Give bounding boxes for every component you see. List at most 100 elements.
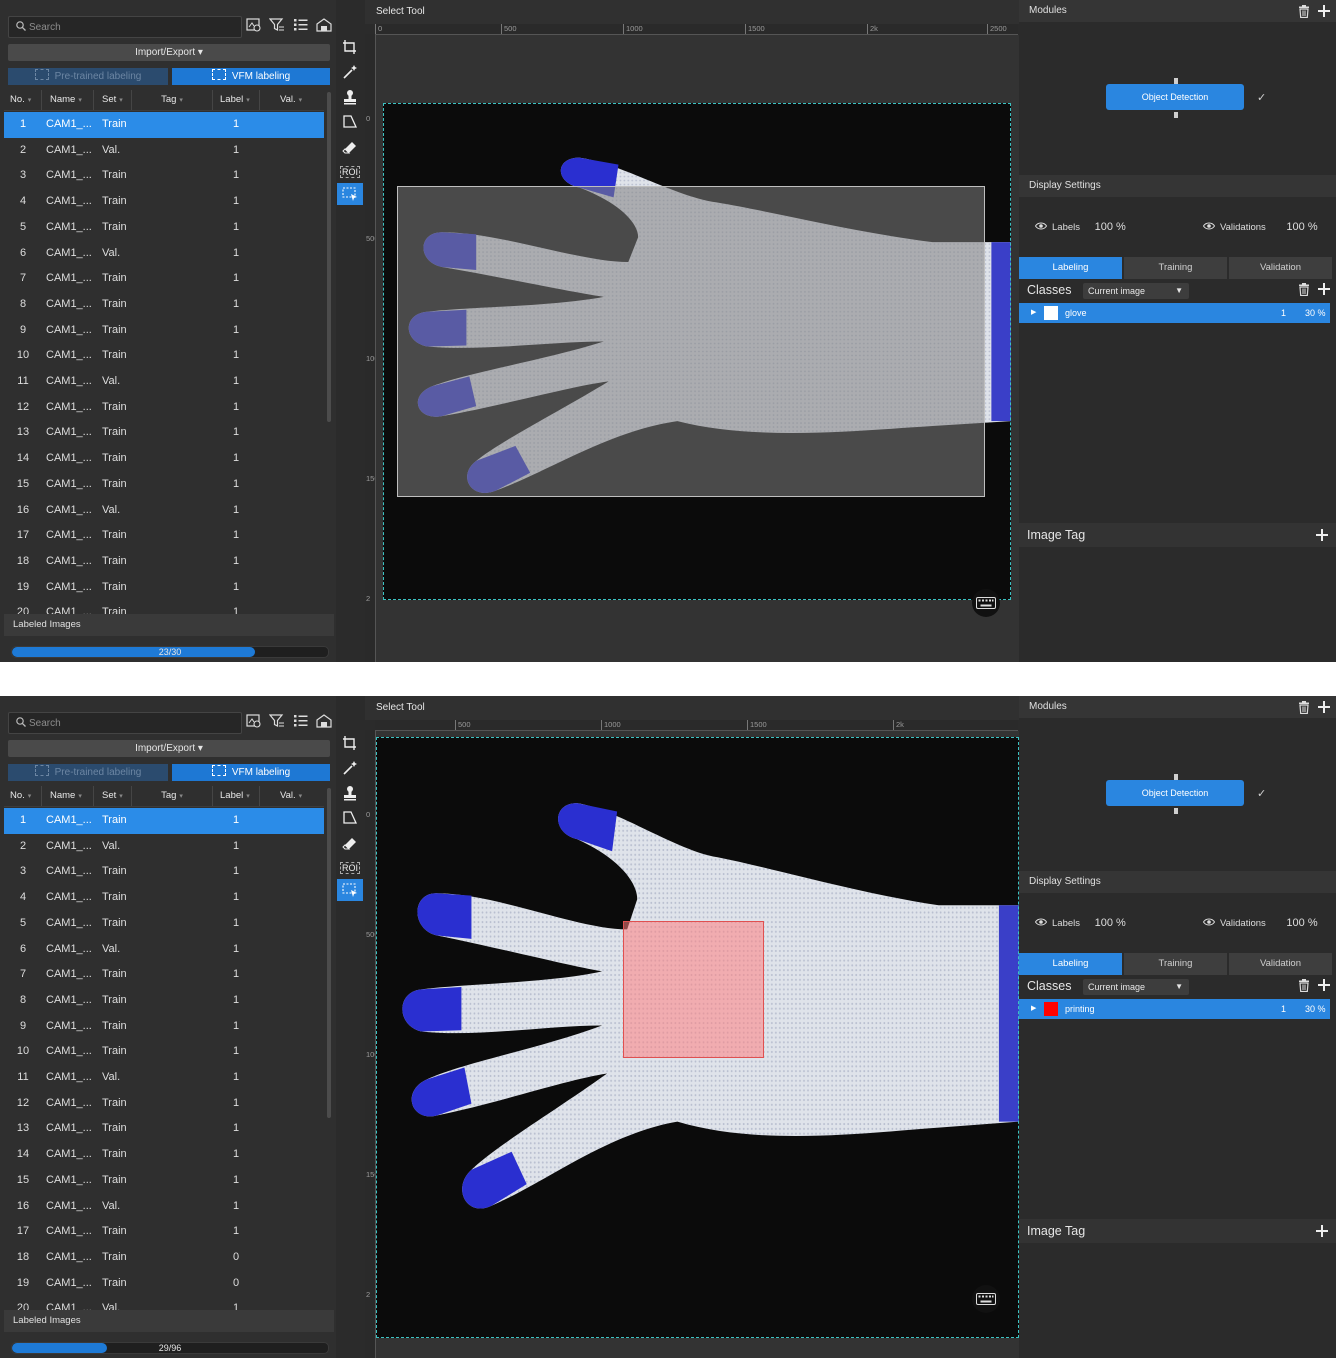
expand-arrow-icon[interactable]: ▶ bbox=[1031, 999, 1036, 1019]
add-icon[interactable] bbox=[1316, 529, 1328, 541]
list-view-icon[interactable] bbox=[292, 16, 310, 34]
table-row[interactable]: 12 CAM1_... Train 1 bbox=[4, 1091, 324, 1117]
stamp-tool-button[interactable] bbox=[337, 86, 363, 108]
validations-opacity-value[interactable]: 100 % bbox=[1286, 917, 1317, 929]
eraser-tool-button[interactable] bbox=[337, 832, 363, 854]
table-row[interactable]: 4 CAM1_... Train 1 bbox=[4, 885, 324, 911]
table-row[interactable]: 8 CAM1_... Train 1 bbox=[4, 988, 324, 1014]
table-row[interactable]: 10 CAM1_... Train 1 bbox=[4, 343, 324, 369]
trash-icon[interactable] bbox=[1298, 283, 1310, 296]
table-row[interactable]: 20 CAM1_... Train 1 bbox=[4, 600, 324, 614]
table-row[interactable]: 1 CAM1_... Train 1 bbox=[4, 808, 324, 834]
select-tool-button[interactable] bbox=[337, 732, 363, 754]
layout-icon[interactable] bbox=[315, 16, 333, 34]
class-color-swatch[interactable] bbox=[1044, 306, 1058, 320]
table-row[interactable]: 3 CAM1_... Train 1 bbox=[4, 163, 324, 189]
polygon-tool-button[interactable] bbox=[337, 111, 363, 133]
column-set[interactable]: Set ▾ bbox=[94, 786, 132, 806]
table-row[interactable]: 14 CAM1_... Train 1 bbox=[4, 1142, 324, 1168]
import-export-button[interactable]: Import/Export ▾ bbox=[8, 740, 330, 757]
table-row[interactable]: 11 CAM1_... Val. 1 bbox=[4, 369, 324, 395]
column-no[interactable]: No. ▾ bbox=[4, 786, 42, 806]
table-row[interactable]: 15 CAM1_... Train 1 bbox=[4, 472, 324, 498]
class-list-item[interactable]: ▶ printing 1 30 % bbox=[1019, 999, 1330, 1019]
image-settings-icon[interactable] bbox=[245, 712, 263, 730]
annotation-bounding-box[interactable] bbox=[623, 921, 764, 1058]
table-row[interactable]: 7 CAM1_... Train 1 bbox=[4, 266, 324, 292]
class-list-item[interactable]: ▶ glove 1 30 % bbox=[1019, 303, 1330, 323]
table-row[interactable]: 9 CAM1_... Train 1 bbox=[4, 318, 324, 344]
keyboard-shortcut-button[interactable] bbox=[972, 589, 1000, 617]
list-view-icon[interactable] bbox=[292, 712, 310, 730]
roi-tool-button[interactable]: ROI bbox=[337, 857, 363, 879]
image-canvas[interactable] bbox=[376, 731, 1019, 1358]
column-val[interactable]: Val. ▾ bbox=[260, 786, 308, 806]
eraser-tool-button[interactable] bbox=[337, 136, 363, 158]
table-row[interactable]: 5 CAM1_... Train 1 bbox=[4, 215, 324, 241]
stamp-tool-button[interactable] bbox=[337, 782, 363, 804]
box-select-tool-button[interactable] bbox=[337, 183, 363, 205]
select-tool-button[interactable] bbox=[337, 36, 363, 58]
table-row[interactable]: 20 CAM1_... Val. 1 bbox=[4, 1296, 324, 1310]
column-val[interactable]: Val. ▾ bbox=[260, 90, 308, 110]
tab-pretrained-labeling[interactable]: Pre-trained labeling bbox=[8, 764, 168, 781]
tab-validation[interactable]: Validation bbox=[1229, 257, 1332, 279]
keyboard-shortcut-button[interactable] bbox=[972, 1285, 1000, 1313]
tab-labeling[interactable]: Labeling bbox=[1019, 257, 1122, 279]
table-row[interactable]: 3 CAM1_... Train 1 bbox=[4, 859, 324, 885]
trash-icon[interactable] bbox=[1298, 700, 1310, 714]
object-detection-module[interactable]: Object Detection bbox=[1106, 780, 1244, 806]
expand-arrow-icon[interactable]: ▶ bbox=[1031, 303, 1036, 323]
column-name[interactable]: Name ▾ bbox=[42, 786, 94, 806]
classes-scope-select[interactable]: Current image ▼ bbox=[1083, 283, 1189, 299]
column-label[interactable]: Label ▾ bbox=[212, 786, 260, 806]
table-row[interactable]: 13 CAM1_... Train 1 bbox=[4, 1116, 324, 1142]
search-box[interactable] bbox=[8, 712, 242, 734]
trash-icon[interactable] bbox=[1298, 979, 1310, 992]
tab-training[interactable]: Training bbox=[1124, 953, 1227, 975]
tab-vfm-labeling[interactable]: VFM labeling bbox=[172, 764, 330, 781]
labels-opacity-value[interactable]: 100 % bbox=[1095, 221, 1126, 233]
table-row[interactable]: 4 CAM1_... Train 1 bbox=[4, 189, 324, 215]
search-input[interactable] bbox=[29, 17, 229, 37]
table-row[interactable]: 18 CAM1_... Train 1 bbox=[4, 549, 324, 575]
table-row[interactable]: 17 CAM1_... Train 1 bbox=[4, 1219, 324, 1245]
column-label[interactable]: Label ▾ bbox=[212, 90, 260, 110]
table-row[interactable]: 15 CAM1_... Train 1 bbox=[4, 1168, 324, 1194]
table-row[interactable]: 12 CAM1_... Train 1 bbox=[4, 395, 324, 421]
layout-icon[interactable] bbox=[315, 712, 333, 730]
object-detection-module[interactable]: Object Detection bbox=[1106, 84, 1244, 110]
labels-opacity-value[interactable]: 100 % bbox=[1095, 917, 1126, 929]
table-row[interactable]: 19 CAM1_... Train 0 bbox=[4, 1271, 324, 1297]
table-row[interactable]: 2 CAM1_... Val. 1 bbox=[4, 834, 324, 860]
table-row[interactable]: 14 CAM1_... Train 1 bbox=[4, 446, 324, 472]
table-row[interactable]: 11 CAM1_... Val. 1 bbox=[4, 1065, 324, 1091]
add-icon[interactable] bbox=[1316, 1225, 1328, 1237]
search-box[interactable] bbox=[8, 16, 242, 38]
image-settings-icon[interactable] bbox=[245, 16, 263, 34]
column-name[interactable]: Name ▾ bbox=[42, 90, 94, 110]
labels-visibility[interactable]: Labels 100 % bbox=[1035, 221, 1126, 233]
table-row[interactable]: 17 CAM1_... Train 1 bbox=[4, 523, 324, 549]
validations-visibility[interactable]: Validations 100 % bbox=[1203, 221, 1318, 233]
table-row[interactable]: 2 CAM1_... Val. 1 bbox=[4, 138, 324, 164]
labels-visibility[interactable]: Labels 100 % bbox=[1035, 917, 1126, 929]
image-canvas[interactable] bbox=[376, 35, 1019, 662]
class-color-swatch[interactable] bbox=[1044, 1002, 1058, 1016]
validations-opacity-value[interactable]: 100 % bbox=[1286, 221, 1317, 233]
table-row[interactable]: 7 CAM1_... Train 1 bbox=[4, 962, 324, 988]
magic-wand-button[interactable] bbox=[337, 61, 363, 83]
polygon-tool-button[interactable] bbox=[337, 807, 363, 829]
tab-pretrained-labeling[interactable]: Pre-trained labeling bbox=[8, 68, 168, 85]
table-row[interactable]: 10 CAM1_... Train 1 bbox=[4, 1039, 324, 1065]
table-row[interactable]: 9 CAM1_... Train 1 bbox=[4, 1014, 324, 1040]
table-row[interactable]: 5 CAM1_... Train 1 bbox=[4, 911, 324, 937]
add-icon[interactable] bbox=[1318, 701, 1330, 713]
add-icon[interactable] bbox=[1318, 979, 1330, 991]
tab-training[interactable]: Training bbox=[1124, 257, 1227, 279]
column-tag[interactable]: Tag ▾ bbox=[132, 90, 213, 110]
filter-icon[interactable] bbox=[268, 712, 286, 730]
table-row[interactable]: 16 CAM1_... Val. 1 bbox=[4, 498, 324, 524]
classes-scope-select[interactable]: Current image ▼ bbox=[1083, 979, 1189, 995]
add-icon[interactable] bbox=[1318, 5, 1330, 17]
